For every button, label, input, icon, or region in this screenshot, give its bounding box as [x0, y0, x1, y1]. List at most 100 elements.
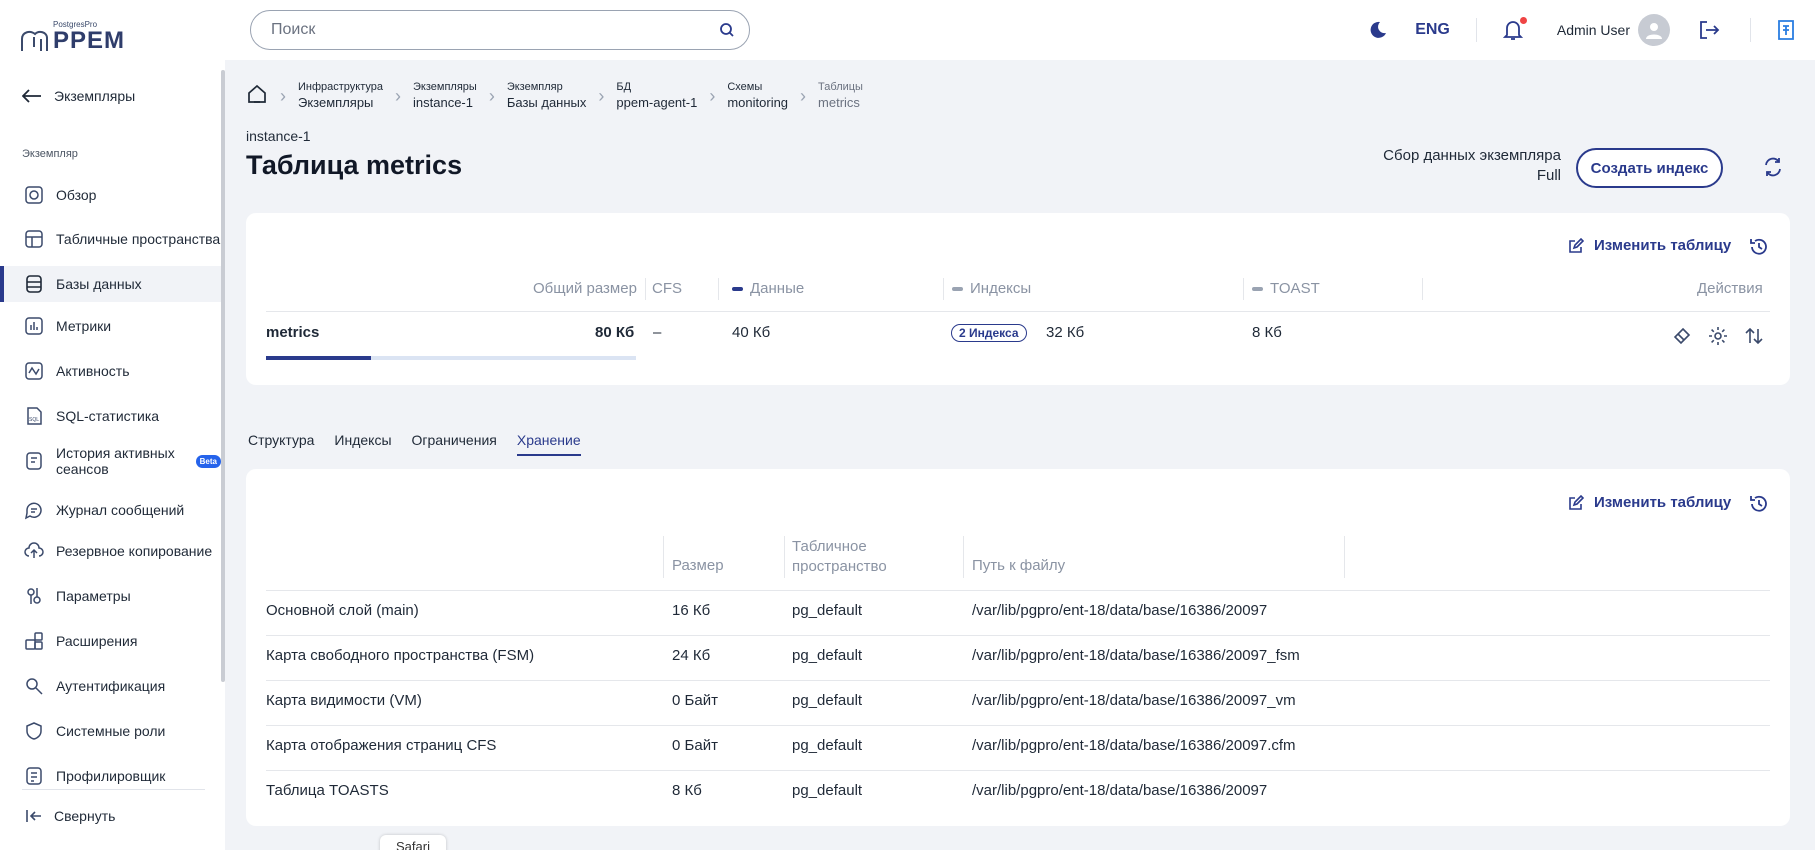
breadcrumb-item-current: Таблицы metrics [818, 80, 863, 112]
sidebar-scrollbar[interactable] [221, 70, 225, 682]
col-divider [645, 278, 646, 300]
sidebar-item-label: Системные роли [56, 723, 166, 739]
legend-toast-swatch [1252, 287, 1263, 292]
logout-icon[interactable] [1698, 20, 1720, 40]
sidebar-item-label: Обзор [56, 187, 97, 203]
page-title: Таблица metrics [246, 150, 463, 180]
table-name-link[interactable]: metrics [266, 324, 319, 341]
col-divider [943, 278, 944, 300]
col-divider [1243, 278, 1244, 300]
breadcrumb-item[interactable]: Инфраструктура Экземпляры [298, 80, 383, 112]
storage-layer-tablespace: pg_default [792, 647, 863, 664]
maintenance-gear-icon[interactable] [1708, 326, 1728, 350]
sidebar-item-metrics[interactable]: Метрики [0, 311, 221, 341]
extensions-icon [24, 631, 44, 651]
sidebar-item-tablespaces[interactable]: Табличные пространства [0, 219, 221, 259]
size-bar-data-segment [266, 356, 372, 360]
breadcrumb-item[interactable]: БД ppem-agent-1 [616, 80, 697, 112]
change-history-icon[interactable] [1748, 236, 1770, 262]
header-actions: ENG Admin User [1367, 0, 1815, 60]
row-separator [266, 680, 1770, 681]
dark-mode-moon-icon[interactable] [1367, 20, 1389, 40]
breadcrumb-item[interactable]: Экземпляры instance-1 [413, 80, 477, 112]
edit-table-button[interactable]: Изменить таблицу [1568, 237, 1731, 254]
sidebar-item-label: Базы данных [56, 276, 142, 292]
chevron-right-icon: › [709, 85, 716, 106]
app-logo[interactable]: PostgresPro PPEM [20, 20, 125, 53]
breadcrumb: › Инфраструктура Экземпляры › Экземпляры i… [246, 80, 863, 112]
tab-structure[interactable]: Структура [248, 432, 314, 456]
home-icon[interactable] [246, 83, 268, 109]
col-divider [784, 536, 785, 578]
storage-layer-name: Карта отображения страниц CFS [266, 737, 497, 754]
avatar[interactable] [1638, 14, 1670, 46]
sidebar-item-profiler[interactable]: Профилировщик [0, 761, 221, 791]
edit-table-button-2[interactable]: Изменить таблицу [1568, 494, 1731, 511]
sidebar-item-parameters[interactable]: Параметры [0, 581, 221, 611]
col-divider [663, 536, 664, 578]
dock-tooltip: Safari [380, 835, 446, 850]
search-input[interactable] [271, 21, 719, 39]
search-icon[interactable] [719, 22, 735, 38]
sidebar-item-system-roles[interactable]: Системные роли [0, 716, 221, 746]
table-tabs: Структура Индексы Ограничения Хранение [248, 432, 581, 456]
header-divider [1475, 18, 1477, 42]
tab-constraints[interactable]: Ограничения [412, 432, 497, 456]
breadcrumb-bottom: metrics [818, 95, 860, 110]
sidebar-item-label: Резервное копирование [56, 543, 213, 559]
eraser-icon[interactable] [1672, 326, 1692, 350]
search-box[interactable] [250, 10, 750, 50]
language-switch[interactable]: ENG [1415, 21, 1450, 39]
storage-layer-name: Основной слой (main) [266, 602, 419, 619]
back-to-instances-link[interactable]: Экземпляры [22, 88, 135, 104]
overview-icon [24, 185, 44, 205]
user-name[interactable]: Admin User [1557, 22, 1630, 38]
breadcrumb-item[interactable]: Схемы monitoring [727, 80, 788, 112]
sidebar-divider [22, 789, 205, 790]
storage-layer-tablespace: pg_default [792, 692, 863, 709]
collapse-sidebar-button[interactable]: Свернуть [26, 808, 115, 824]
sidebar-item-activity[interactable]: Активность [0, 356, 221, 386]
history-icon [24, 451, 44, 471]
tab-storage[interactable]: Хранение [516, 432, 581, 456]
col-divider [718, 278, 719, 300]
change-history-icon[interactable] [1748, 493, 1770, 519]
col-divider [1422, 278, 1423, 300]
sidebar-item-backup[interactable]: Резервное копирование [0, 531, 221, 571]
sidebar-item-databases[interactable]: Базы данных [0, 266, 221, 302]
sidebar-item-extensions[interactable]: Расширения [0, 626, 221, 656]
sidebar-item-label: Аутентификация [56, 678, 166, 694]
sidebar-item-label: Активность [56, 363, 130, 379]
refresh-icon[interactable] [1762, 156, 1784, 182]
create-index-button[interactable]: Создать индекс [1576, 148, 1723, 188]
row-separator [266, 590, 1770, 591]
sidebar-item-label: Параметры [56, 588, 131, 604]
row-separator [266, 635, 1770, 636]
sidebar-item-message-log[interactable]: Журнал сообщений [0, 495, 221, 525]
auth-icon [24, 676, 44, 696]
chevron-right-icon: › [488, 85, 495, 106]
sidebar-item-session-history[interactable]: История активных сеансов Beta [0, 441, 221, 481]
breadcrumb-bottom: ppem-agent-1 [616, 95, 698, 110]
storage-layer-path: /var/lib/pgpro/ent-18/data/base/16386/20… [972, 692, 1296, 709]
breadcrumb-top: БД [616, 81, 632, 93]
breadcrumb-top: Таблицы [818, 81, 863, 93]
col-file-path: Путь к файлу [972, 557, 1066, 574]
collapse-arrow-icon [26, 810, 41, 822]
documentation-icon[interactable] [1775, 18, 1797, 42]
tab-indexes[interactable]: Индексы [334, 432, 391, 456]
collapse-label: Свернуть [54, 808, 116, 824]
back-label: Экземпляры [54, 88, 136, 104]
sidebar-item-overview[interactable]: Обзор [0, 180, 221, 210]
collect-label: Сбор данных экземпляра [1383, 147, 1561, 164]
sort-arrows-icon[interactable] [1744, 326, 1764, 350]
header-separator [266, 311, 1770, 312]
notifications-bell-icon[interactable] [1502, 17, 1527, 41]
chevron-right-icon: › [800, 85, 807, 106]
sidebar-item-sql-stats[interactable]: SQL SQL-статистика [0, 401, 221, 431]
col-actions: Действия [1697, 280, 1763, 297]
index-count-badge[interactable]: 2 Индекса [951, 324, 1027, 342]
edit-table-label: Изменить таблицу [1594, 237, 1732, 254]
breadcrumb-item[interactable]: Экземпляр Базы данных [507, 80, 587, 112]
sidebar-item-authentication[interactable]: Аутентификация [0, 671, 221, 701]
